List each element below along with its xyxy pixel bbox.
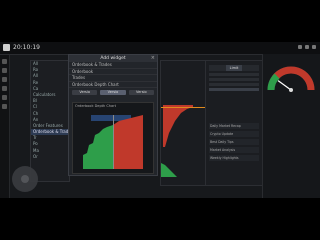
- price-field[interactable]: [209, 73, 259, 76]
- mid-price-line: [113, 115, 114, 169]
- virtual-joystick[interactable]: [12, 166, 38, 192]
- tab-order-type[interactable]: [209, 65, 226, 71]
- widget-category-list: All Ro All Re Ca Calculators Bl Cl Ch An…: [30, 60, 70, 182]
- nav-item[interactable]: Or: [31, 154, 69, 160]
- version-buttons: Versio Versio Versio: [69, 88, 157, 97]
- bid-depth-area: [83, 125, 113, 169]
- text-icon[interactable]: [2, 104, 7, 109]
- news-item[interactable]: Weekly Highlights: [209, 155, 259, 161]
- sentiment-gauge: [262, 60, 320, 120]
- gauge-hub: [289, 88, 293, 92]
- last-price-line: [161, 107, 209, 108]
- dialog-title: Add widget: [69, 55, 157, 62]
- total-field[interactable]: [209, 83, 259, 86]
- order-entry-panel: Limit Daily Market Recap Crypto Update B…: [205, 60, 263, 186]
- clock: 20:10:19: [13, 44, 40, 51]
- news-item[interactable]: Daily Market Recap: [209, 123, 259, 129]
- logo-icon[interactable]: [3, 44, 10, 51]
- top-actions: [298, 45, 316, 49]
- cursor-icon[interactable]: [2, 59, 7, 64]
- depth-chart-title: Orderbook Depth Chart: [75, 104, 116, 108]
- ask-volume-area: [163, 105, 193, 147]
- ask-depth-area: [113, 115, 143, 169]
- news-feed: Daily Market Recap Crypto Update Best Da…: [209, 123, 259, 163]
- submit-order-button[interactable]: [209, 88, 259, 91]
- user-icon[interactable]: [305, 45, 309, 49]
- add-widget-dialog: Add widget × Orderbook & Trades Orderboo…: [68, 54, 158, 176]
- left-toolbar: [0, 55, 10, 198]
- news-item[interactable]: Market Analysis: [209, 147, 259, 153]
- chart-label: [161, 61, 209, 63]
- gauge-fill: [271, 66, 315, 91]
- brush-icon[interactable]: [2, 95, 7, 100]
- ask-depth-path: [113, 115, 143, 169]
- trading-app: 20:10:19 All Ro All Re Ca Calculators Bl…: [0, 42, 320, 198]
- menu-icon[interactable]: [312, 45, 316, 49]
- news-item[interactable]: Best Daily Tips: [209, 139, 259, 145]
- tab-order-type[interactable]: [242, 65, 260, 71]
- bid-volume-area: [161, 163, 177, 177]
- bid-volume-path: [161, 163, 177, 177]
- letterbox-top: [0, 0, 320, 42]
- version-button[interactable]: Versio: [72, 90, 98, 95]
- letterbox-bottom: [0, 198, 320, 240]
- version-button-selected[interactable]: Versio: [100, 90, 126, 95]
- amount-field[interactable]: [209, 78, 259, 81]
- fib-icon[interactable]: [2, 86, 7, 91]
- tab-limit[interactable]: Limit: [225, 65, 243, 71]
- crosshair-icon[interactable]: [2, 68, 7, 73]
- news-item[interactable]: Crypto Update: [209, 131, 259, 137]
- trendline-icon[interactable]: [2, 77, 7, 82]
- ask-volume-path: [163, 105, 193, 147]
- order-type-tabs: Limit: [209, 65, 260, 71]
- gauge-needle: [277, 80, 292, 91]
- depth-chart-preview: Orderbook Depth Chart: [72, 102, 154, 174]
- gauge-green-segment: [267, 73, 280, 91]
- gear-icon[interactable]: [298, 45, 302, 49]
- gauge-dial: [267, 66, 315, 92]
- bid-depth-path: [83, 125, 113, 169]
- price-chart-panel[interactable]: [160, 60, 210, 186]
- version-button[interactable]: Versio: [128, 90, 154, 95]
- close-icon[interactable]: ×: [151, 56, 155, 61]
